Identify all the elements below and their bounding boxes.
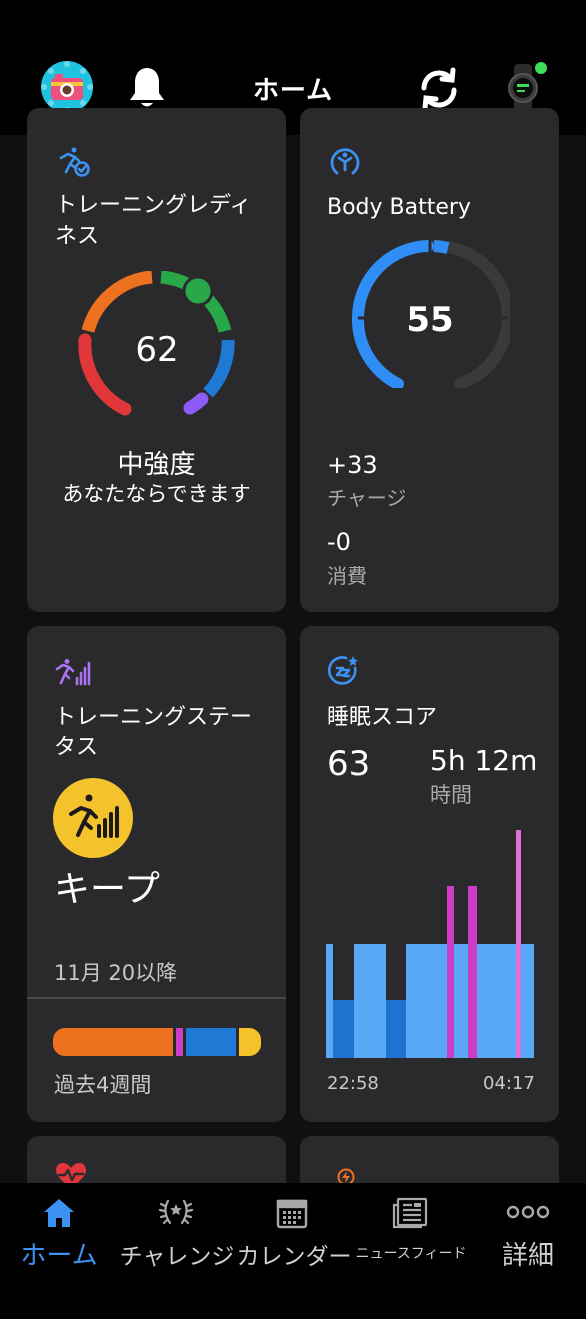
nav-label-challenges: チャレンジ	[119, 1244, 235, 1270]
sleep-score-card[interactable]: 睡眠スコア 63 5h 12m 時間 22:58 04:17	[300, 626, 559, 1122]
nav-item-home[interactable]: ホーム	[0, 1183, 118, 1283]
training-status-card[interactable]: トレーニングステー タス キープ 11月 20以降 過去4週間	[27, 626, 286, 1122]
nav-item-more[interactable]: 詳細	[470, 1183, 586, 1283]
training-readiness-card[interactable]: トレーニングレディ ネス 62 中強度 あなたならできます	[27, 108, 286, 612]
card-title-line1: トレーニングレディ	[55, 193, 252, 218]
status-since: 11月 20以降	[54, 961, 178, 985]
card-title: 睡眠スコア	[327, 705, 438, 730]
more-icon	[506, 1203, 550, 1225]
body-battery-value: 55	[406, 300, 454, 340]
body-battery-card[interactable]: Body Battery 55 +33 チャージ -0 消費	[300, 108, 559, 612]
readiness-marker	[182, 275, 214, 307]
nav-item-calendar[interactable]: カレンダー	[236, 1183, 352, 1283]
charge-value: +33	[327, 451, 378, 479]
sleep-score-value: 63	[327, 744, 371, 784]
runner-bars-icon	[55, 658, 91, 690]
nav-item-challenges[interactable]: チャレンジ	[118, 1183, 236, 1283]
runner-check-icon	[57, 146, 91, 182]
drain-value: -0	[327, 528, 351, 556]
laurel-icon	[158, 1197, 194, 1233]
card-title-line2: ネス	[55, 224, 100, 249]
home-icon	[42, 1197, 76, 1233]
card-title: Body Battery	[327, 195, 471, 220]
sleep-end-time: 04:17	[483, 1073, 535, 1094]
nav-label-more: 詳細	[501, 1241, 554, 1271]
sleep-zz-icon	[327, 654, 362, 692]
card-title-line2: タス	[54, 735, 99, 760]
status-badge-icon	[53, 778, 133, 862]
page-title: ホーム	[252, 76, 334, 106]
charge-label: チャージ	[327, 486, 407, 510]
card-title-line1: トレーニングステー	[54, 705, 253, 730]
sleep-start-time: 22:58	[327, 1073, 379, 1094]
status-period: 過去4週間	[54, 1073, 152, 1097]
status-bar	[0, 0, 586, 40]
nav-label-home: ホーム	[20, 1241, 98, 1271]
nav-label-newsfeed: ニュースフィード	[355, 1246, 467, 1262]
device-connected-dot	[535, 62, 547, 74]
readiness-level: 中強度	[117, 450, 196, 480]
newsfeed-icon	[392, 1197, 428, 1233]
nav-item-newsfeed[interactable]: ニュースフィード	[352, 1183, 470, 1283]
readiness-message: あなたならできます	[62, 482, 251, 506]
sleep-duration-label: 時間	[430, 783, 472, 807]
sleep-stages-chart	[326, 830, 534, 1058]
body-battery-icon	[328, 144, 362, 182]
sync-icon[interactable]	[416, 66, 462, 112]
sleep-duration: 5h 12m	[430, 744, 538, 777]
calendar-icon	[276, 1197, 308, 1233]
nav-label-calendar: カレンダー	[236, 1244, 352, 1270]
drain-label: 消費	[327, 564, 367, 588]
status-history-bar	[53, 1028, 261, 1056]
training-status-value: キープ	[54, 869, 160, 910]
readiness-score: 62	[135, 330, 179, 370]
divider	[27, 997, 286, 999]
bottom-navigation: ホーム チャレンジ カレンダー ニュースフィード 詳細	[0, 1183, 586, 1319]
